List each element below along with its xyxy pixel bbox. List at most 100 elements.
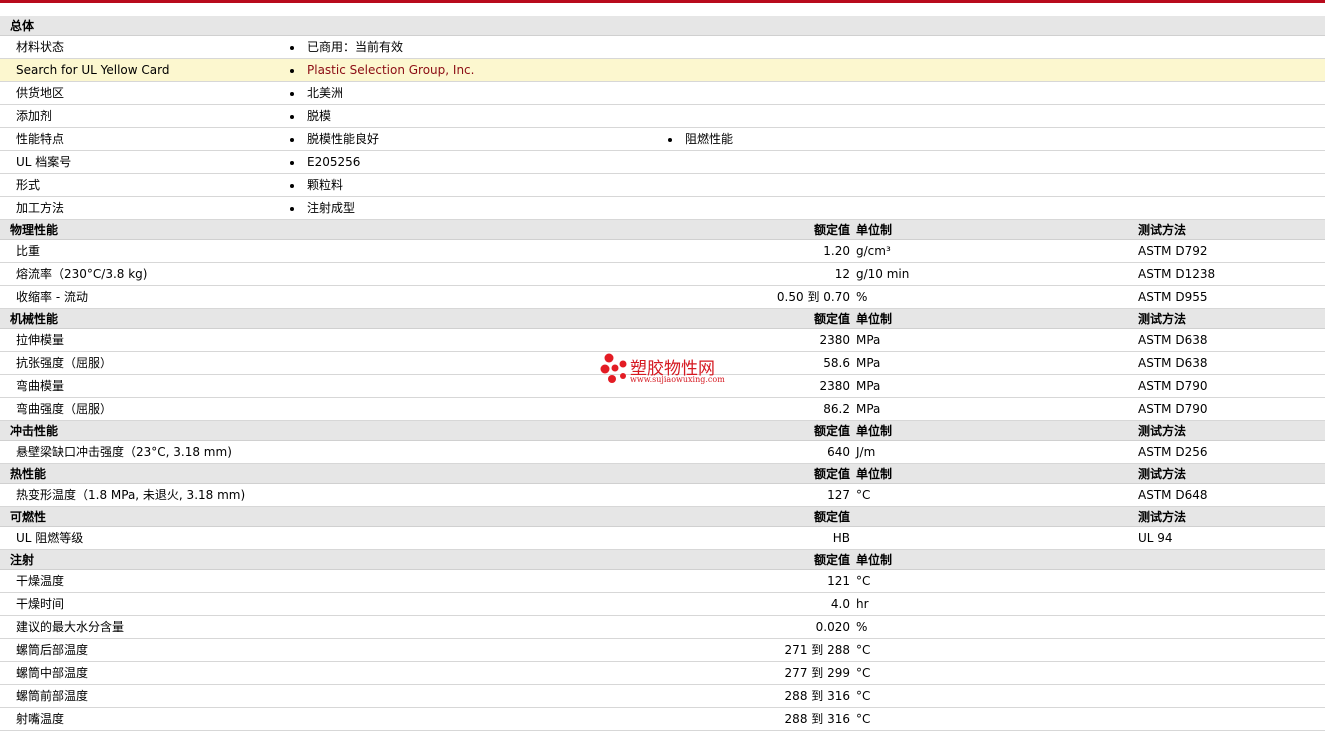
property-label: 比重 (16, 244, 41, 258)
section-header: 注射 额定值 单位制 (0, 550, 1325, 570)
test-method-header: 测试方法 (1138, 223, 1187, 237)
unit-header: 单位制 (856, 312, 893, 326)
row-label: 材料状态 (16, 40, 65, 54)
row-label[interactable]: Search for UL Yellow Card (16, 59, 169, 81)
section-header: 热性能 额定值 单位制 测试方法 (0, 464, 1325, 484)
value-header: 额定值 (813, 424, 850, 438)
test-method-header: 测试方法 (1138, 467, 1187, 481)
unit-header: 单位制 (856, 553, 893, 567)
property-test-method: ASTM D638 (1138, 356, 1208, 370)
property-unit: g/cm³ (856, 244, 891, 258)
property-unit: °C (856, 689, 871, 703)
test-method-header: 测试方法 (1138, 510, 1187, 524)
property-row: 干燥温度 121 °C (0, 570, 1325, 593)
property-label: 悬壁梁缺口冲击强度（23°C, 3.18 mm) (16, 445, 232, 459)
bullet-icon (290, 46, 294, 50)
property-row: 拉伸模量 2380 MPa ASTM D638 (0, 329, 1325, 352)
property-test-method: ASTM D792 (1138, 244, 1208, 258)
property-unit: % (856, 620, 868, 634)
property-unit: MPa (856, 402, 881, 416)
section-title: 机械性能 (10, 312, 59, 326)
property-unit: °C (856, 666, 871, 680)
property-label: 热变形温度（1.8 MPa, 未退火, 3.18 mm) (16, 488, 246, 502)
watermark-url: www.sujiaowuxing.com (630, 375, 725, 384)
property-row: 收缩率 - 流动 0.50 到 0.70% ASTM D955 (0, 286, 1325, 309)
row-value: 已商用：当前有效 (307, 40, 404, 54)
property-label: 收缩率 - 流动 (16, 290, 88, 304)
property-unit: g/10 min (856, 267, 910, 281)
property-row: 螺筒后部温度 271 到 288 °C (0, 639, 1325, 662)
value-header: 额定值 (813, 553, 850, 567)
row-value: E205256 (307, 155, 361, 169)
property-value: 4.0 (830, 597, 850, 611)
property-value: 2380 (819, 379, 850, 393)
property-unit: % (856, 290, 868, 304)
row-label: 形式 (16, 178, 41, 192)
property-unit: °C (856, 574, 871, 588)
section-header: 可燃性 额定值 测试方法 (0, 507, 1325, 527)
property-row: UL 阻燃等级 HB UL 94 (0, 527, 1325, 550)
property-row: 比重 1.20 g/cm³ ASTM D792 (0, 240, 1325, 263)
property-label: 拉伸模量 (16, 333, 65, 347)
property-row: 热变形温度（1.8 MPa, 未退火, 3.18 mm) 127 °C ASTM D6… (0, 484, 1325, 507)
property-label: 熔流率（230°C/3.8 kg) (16, 267, 148, 281)
general-row: 形式 颗粒料 (0, 174, 1325, 197)
property-unit: °C (856, 488, 871, 502)
test-method-header: 测试方法 (1138, 312, 1187, 326)
unit-header: 单位制 (856, 424, 893, 438)
property-value: 127 (827, 488, 850, 502)
general-row: 加工方法 注射成型 (0, 197, 1325, 220)
property-row: 悬壁梁缺口冲击强度（23°C, 3.18 mm) 640 J/m ASTM D256 (0, 441, 1325, 464)
section-title: 注射 (10, 553, 35, 567)
row-value: 脱模 (307, 109, 332, 123)
property-test-method: ASTM D638 (1138, 333, 1208, 347)
property-value: 0.020 (815, 620, 850, 634)
general-row[interactable]: Search for UL Yellow Card Plastic Selecti… (0, 59, 1325, 82)
property-value: 271 到 288 (784, 643, 850, 657)
property-test-method: ASTM D955 (1138, 290, 1208, 304)
property-row: 螺筒前部温度 288 到 316 °C (0, 685, 1325, 708)
property-unit: MPa (856, 356, 881, 370)
property-unit: °C (856, 643, 871, 657)
property-test-method: ASTM D790 (1138, 379, 1208, 393)
bullet-icon (668, 138, 672, 142)
property-value: 1.20 (823, 244, 850, 258)
property-label: 建议的最大水分含量 (16, 620, 125, 634)
bullet-icon (290, 92, 294, 96)
bullet-icon (290, 138, 294, 142)
row-value: 颗粒料 (307, 178, 344, 192)
property-label: 螺筒后部温度 (16, 643, 89, 657)
test-method-header: 测试方法 (1138, 424, 1187, 438)
general-row: 性能特点 脱模性能良好 阻燃性能 (0, 128, 1325, 151)
section-header: 物理性能 额定值 单位制 测试方法 (0, 220, 1325, 240)
property-row: 建议的最大水分含量 0.020% (0, 616, 1325, 639)
property-label: 干燥时间 (16, 597, 65, 611)
property-label: 弯曲模量 (16, 379, 65, 393)
unit-header: 单位制 (856, 467, 893, 481)
bullet-icon (290, 207, 294, 211)
yellow-card-link[interactable]: Plastic Selection Group, Inc. (307, 59, 474, 81)
bullet-icon (290, 161, 294, 165)
property-label: 抗张强度（屈服） (16, 356, 113, 370)
property-unit: MPa (856, 333, 881, 347)
property-unit: J/m (856, 445, 876, 459)
property-label: 螺筒中部温度 (16, 666, 89, 680)
property-test-method: ASTM D1238 (1138, 267, 1216, 281)
property-value: 640 (827, 445, 850, 459)
property-unit: °C (856, 712, 871, 726)
property-label: 干燥温度 (16, 574, 65, 588)
section-title: 可燃性 (10, 510, 47, 524)
general-row: 材料状态 已商用：当前有效 (0, 36, 1325, 59)
watermark-logo: 塑胶物性网 www.sujiaowuxing.com (600, 352, 735, 388)
bullet-icon (290, 69, 294, 73)
property-unit: hr (856, 597, 869, 611)
property-label: 弯曲强度（屈服） (16, 402, 113, 416)
top-accent-bar (0, 0, 1325, 3)
property-value: 58.6 (823, 356, 850, 370)
general-row: 供货地区 北美洲 (0, 82, 1325, 105)
property-value: 12 (834, 267, 850, 281)
bullet-icon (290, 184, 294, 188)
property-row: 弯曲强度（屈服） 86.2 MPa ASTM D790 (0, 398, 1325, 421)
property-value: 86.2 (823, 402, 850, 416)
row-value: 脱模性能良好 (307, 132, 380, 146)
